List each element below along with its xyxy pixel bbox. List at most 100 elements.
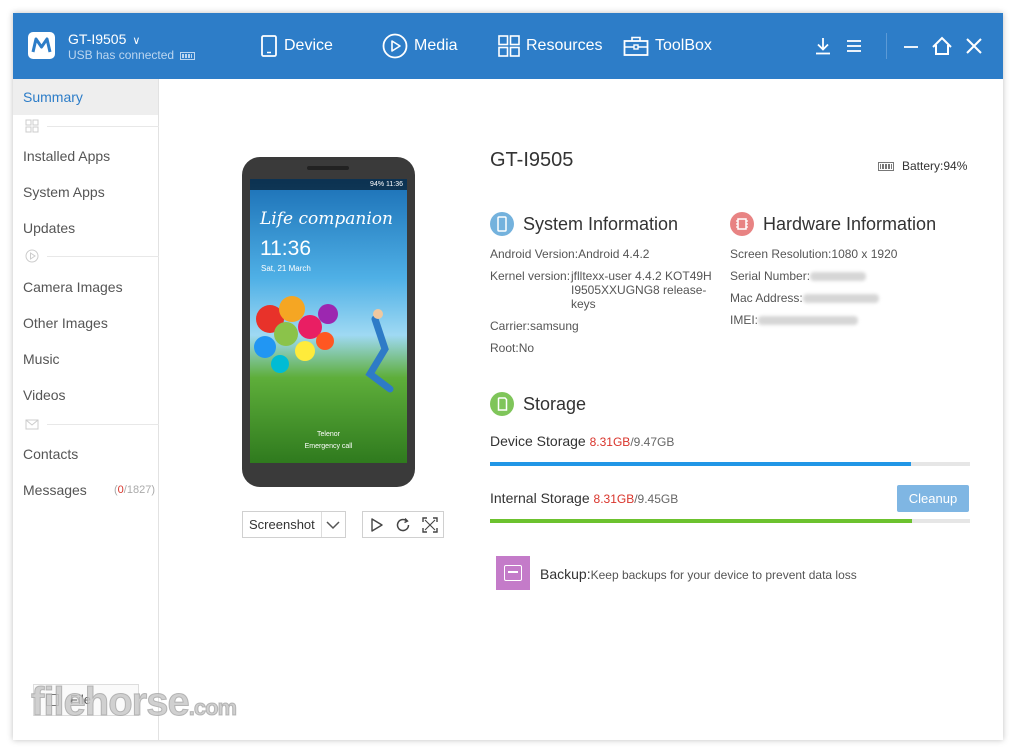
- nav-media[interactable]: Media: [382, 13, 458, 79]
- device-storage-bar: [490, 462, 970, 466]
- internal-storage-total: /9.45GB: [634, 492, 679, 506]
- playback-controls: [362, 511, 444, 538]
- nav-resources-label: Resources: [526, 37, 603, 54]
- serial-number-redacted: [810, 272, 867, 282]
- nav-resources[interactable]: Resources: [498, 13, 602, 79]
- carrier-value: samsung: [530, 319, 579, 333]
- apps-group-separator: [25, 119, 159, 133]
- download-icon[interactable]: [814, 35, 832, 57]
- connection-status: USB has connected: [68, 48, 196, 62]
- mac-address: Mac Address:: [730, 291, 879, 305]
- chevron-down-icon: ∨: [132, 35, 141, 47]
- sidebar-item-installed-apps[interactable]: Installed Apps: [13, 138, 158, 174]
- root-status: Root:No: [490, 341, 534, 355]
- phone-tagline: Life companion: [260, 209, 393, 229]
- backup-icon[interactable]: [496, 556, 530, 590]
- hardware-info-heading: Hardware Information: [730, 212, 936, 236]
- device-storage-bar-fill: [490, 462, 911, 466]
- nav-device-label: Device: [284, 37, 333, 54]
- imei-redacted: [758, 316, 859, 326]
- connection-text: USB has connected: [68, 48, 175, 62]
- device-storage-used: 8.31GB: [589, 435, 631, 449]
- envelope-icon: [25, 419, 39, 430]
- messages-count: (0/1827): [114, 484, 155, 496]
- storage-heading: Storage: [490, 392, 586, 416]
- kernel-version-value: jflltexx-user 4.4.2 KOT49H I9505XXUGNG8 …: [571, 269, 721, 311]
- app-window: GT-I9505 ∨ USB has connected Device Media…: [13, 13, 1003, 740]
- sidebar-item-updates[interactable]: Updates: [13, 210, 158, 246]
- play-circle-icon: [25, 249, 39, 263]
- nav-media-label: Media: [414, 37, 458, 54]
- hardware-info-title: Hardware Information: [763, 214, 937, 234]
- imei: IMEI:: [730, 313, 859, 327]
- sidebar-item-contacts[interactable]: Contacts: [13, 436, 158, 472]
- battery-icon: [878, 162, 894, 172]
- minimize-icon[interactable]: [903, 35, 919, 57]
- phone-preview: 94% 11:36 Life companion 11:36 Sat, 21 M…: [242, 157, 415, 487]
- internal-storage-bar: [490, 519, 970, 523]
- device-model: GT-I9505: [490, 149, 574, 171]
- carrier-label: Carrier:: [490, 319, 531, 333]
- screen-resolution-label: Screen Resolution:: [730, 247, 832, 261]
- cleanup-button[interactable]: Cleanup: [897, 485, 969, 512]
- battery-text: Battery:94%: [902, 159, 968, 173]
- menu-icon[interactable]: [846, 35, 862, 57]
- phone-icon: [261, 35, 277, 57]
- sidebar-item-summary[interactable]: Summary: [13, 79, 158, 115]
- play-icon[interactable]: [370, 517, 384, 533]
- messages-label: Messages: [23, 482, 87, 498]
- serial-number-label: Serial Number:: [730, 269, 811, 283]
- device-selector[interactable]: GT-I9505 ∨: [68, 31, 140, 47]
- device-name: GT-I9505: [68, 31, 127, 47]
- mac-address-redacted: [802, 294, 879, 304]
- backup-description: Keep backups for your device to prevent …: [590, 568, 857, 582]
- sidebar-item-videos[interactable]: Videos: [13, 377, 158, 413]
- phone-clock: 11:36: [260, 237, 311, 260]
- internal-storage: Internal Storage 8.31GB/9.45GB: [490, 490, 678, 506]
- sidebar-item-music[interactable]: Music: [13, 341, 158, 377]
- phone-icon: [490, 212, 514, 236]
- phone-emergency-call: Emergency call: [304, 443, 353, 450]
- battery-icon: [180, 51, 196, 60]
- sidebar-item-other-images[interactable]: Other Images: [13, 305, 158, 341]
- nav-toolbox-label: ToolBox: [655, 37, 712, 54]
- phone-date: Sat, 21 March: [261, 264, 311, 273]
- sidebar: Summary Installed Apps System Apps Updat…: [13, 79, 159, 740]
- root-label: Root:: [490, 341, 519, 355]
- device-storage-label: Device Storage: [490, 433, 586, 449]
- media-group-separator: [25, 249, 159, 263]
- device-storage: Device Storage 8.31GB/9.47GB: [490, 433, 674, 449]
- android-version-value: Android 4.4.2: [578, 247, 650, 261]
- nav-toolbox[interactable]: ToolBox: [623, 13, 712, 79]
- kernel-line-1: jflltexx-user 4.4.2 KOT49H: [571, 269, 712, 283]
- carrier: Carrier:samsung: [490, 319, 579, 333]
- toolbox-icon: [623, 36, 649, 56]
- internal-storage-label: Internal Storage: [490, 490, 590, 506]
- mac-address-label: Mac Address:: [730, 291, 803, 305]
- home-icon[interactable]: [931, 35, 953, 57]
- nav-device[interactable]: Device: [260, 13, 333, 79]
- screen-resolution-value: 1080 x 1920: [831, 247, 898, 261]
- screenshot-dropdown[interactable]: Screenshot: [242, 511, 346, 538]
- close-icon[interactable]: [964, 35, 984, 57]
- serial-number: Serial Number:: [730, 269, 867, 283]
- backup-link[interactable]: Backup:Keep backups for your device to p…: [540, 566, 857, 582]
- phone-carrier: Telenor: [317, 431, 340, 438]
- apps-grid-icon: [25, 119, 39, 133]
- sidebar-item-camera-images[interactable]: Camera Images: [13, 269, 158, 305]
- chevron-down-icon: [326, 521, 340, 530]
- phone-speaker: [307, 166, 349, 170]
- sidebar-item-system-apps[interactable]: System Apps: [13, 174, 158, 210]
- internal-storage-used: 8.31GB: [593, 492, 635, 506]
- backup-label: Backup:: [540, 566, 591, 582]
- title-bar: GT-I9505 ∨ USB has connected Device Media…: [13, 13, 1003, 79]
- internal-storage-bar-fill: [490, 519, 912, 523]
- balloons-image: [254, 296, 394, 393]
- refresh-icon[interactable]: [395, 517, 411, 533]
- kernel-line-3: keys: [571, 297, 596, 311]
- system-info-title: System Information: [523, 214, 679, 234]
- fullscreen-icon[interactable]: [422, 517, 438, 533]
- kernel-line-2: I9505XXUGNG8 release-: [571, 283, 707, 297]
- imei-label: IMEI:: [730, 313, 759, 327]
- divider: [886, 33, 887, 59]
